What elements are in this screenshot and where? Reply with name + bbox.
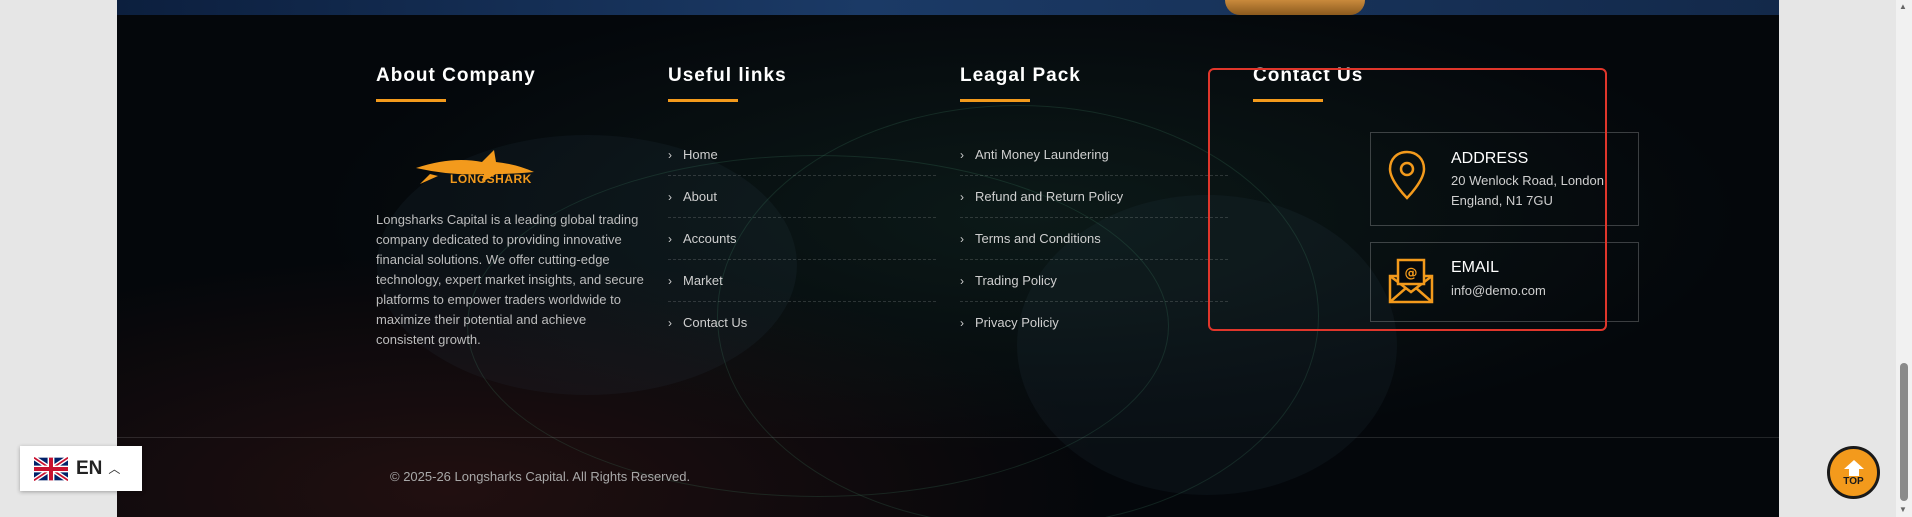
title-underline: [960, 99, 1030, 102]
scrollbar-thumb[interactable]: [1900, 363, 1908, 501]
about-column: About Company LONGSHARK Longsharks Capit…: [376, 65, 646, 350]
footer-link-contact-us[interactable]: › Contact Us: [668, 302, 936, 343]
useful-links-list: › Home › About › Accounts › Market › Contact …: [668, 134, 936, 343]
title-underline: [668, 99, 738, 102]
copyright-text: © 2025-26 Longsharks Capital. All Rights…: [390, 469, 691, 484]
hero-bottom-strip: [117, 0, 1779, 15]
scroll-up-icon[interactable]: ▲: [1899, 2, 1907, 11]
useful-links-title: Useful links: [668, 65, 787, 86]
chevron-up-icon: ︿: [108, 462, 121, 476]
link-label: Refund and Return Policy: [975, 189, 1124, 204]
footer-link-accounts[interactable]: › Accounts: [668, 218, 936, 260]
footer-link-trading-policy[interactable]: › Trading Policy: [960, 260, 1228, 302]
chevron-right-icon: ›: [960, 231, 964, 246]
scroll-down-icon[interactable]: ▼: [1899, 505, 1907, 514]
link-label: Contact Us: [683, 315, 748, 330]
chevron-right-icon: ›: [960, 315, 964, 330]
useful-links-column: Useful links › Home › About › Accounts › Mar…: [668, 65, 936, 343]
chevron-right-icon: ›: [960, 273, 964, 288]
footer-link-about[interactable]: › About: [668, 176, 936, 218]
link-label: Terms and Conditions: [975, 231, 1101, 246]
longshark-logo[interactable]: LONGSHARK: [412, 148, 542, 192]
footer-link-terms[interactable]: › Terms and Conditions: [960, 218, 1228, 260]
legal-column: Leagal Pack › Anti Money Laundering › Refu…: [960, 65, 1228, 343]
link-label: Anti Money Laundering: [975, 147, 1109, 162]
page-scrollbar[interactable]: ▲ ▼: [1896, 0, 1912, 517]
link-label: Trading Policy: [975, 273, 1057, 288]
link-label: Accounts: [683, 231, 737, 246]
contact-highlight-box: [1208, 68, 1607, 331]
link-label: Privacy Policiy: [975, 315, 1059, 330]
legal-links-list: › Anti Money Laundering › Refund and Retur…: [960, 134, 1228, 343]
footer-link-privacy-policy[interactable]: › Privacy Policiy: [960, 302, 1228, 343]
back-to-top-label: TOP: [1843, 475, 1864, 487]
back-to-top-button[interactable]: TOP: [1827, 446, 1880, 499]
chevron-right-icon: ›: [668, 147, 672, 162]
chevron-right-icon: ›: [668, 189, 672, 204]
footer-link-market[interactable]: › Market: [668, 260, 936, 302]
title-underline: [376, 99, 446, 102]
footer-link-refund-policy[interactable]: › Refund and Return Policy: [960, 176, 1228, 218]
footer-link-anti-money-laundering[interactable]: › Anti Money Laundering: [960, 134, 1228, 176]
chevron-right-icon: ›: [960, 189, 964, 204]
language-selector[interactable]: EN ︿: [20, 446, 142, 491]
chevron-right-icon: ›: [668, 315, 672, 330]
logo-text: LONGSHARK: [450, 172, 532, 186]
uk-flag-icon: [34, 456, 68, 481]
hero-image-fragment: [1225, 0, 1365, 15]
chevron-right-icon: ›: [668, 273, 672, 288]
about-description: Longsharks Capital is a leading global t…: [376, 212, 644, 347]
legal-title: Leagal Pack: [960, 65, 1081, 86]
about-title: About Company: [376, 65, 536, 86]
chevron-right-icon: ›: [668, 231, 672, 246]
link-label: About: [683, 189, 717, 204]
language-code: EN: [76, 457, 103, 479]
footer-divider: [117, 437, 1779, 438]
link-label: Market: [683, 273, 723, 288]
footer-link-home[interactable]: › Home: [668, 134, 936, 176]
home-arrow-icon: [1843, 459, 1864, 476]
link-label: Home: [683, 147, 718, 162]
chevron-right-icon: ›: [960, 147, 964, 162]
